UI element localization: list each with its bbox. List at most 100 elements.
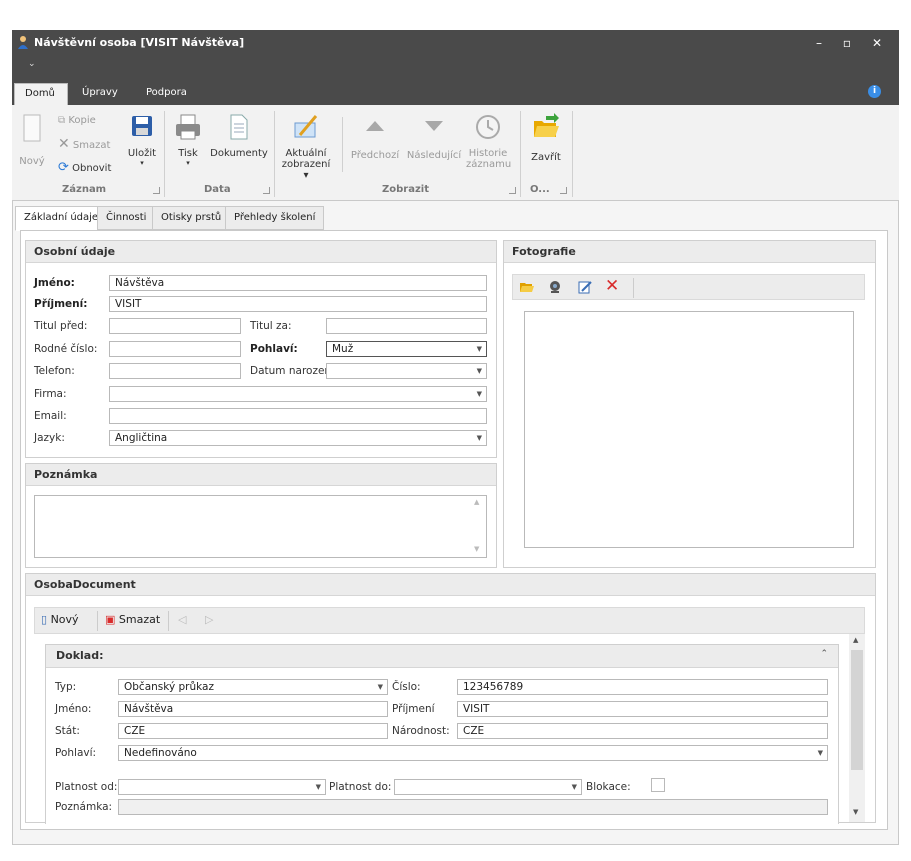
valid-to-select[interactable]: ▼: [394, 779, 582, 795]
chevron-down-icon[interactable]: ▼: [378, 680, 383, 694]
photo-frame: [524, 311, 854, 548]
tab-domu[interactable]: Domů: [14, 83, 68, 105]
delete-button[interactable]: ✕ Smazat: [58, 136, 110, 152]
next-document-icon[interactable]: ▷: [205, 613, 213, 626]
ribbon-separator: [520, 111, 521, 197]
chevron-down-icon[interactable]: ▼: [477, 364, 482, 378]
next-button[interactable]: Následující: [406, 113, 462, 161]
email-field[interactable]: [109, 408, 487, 424]
doc-country-field[interactable]: CZE: [118, 723, 388, 739]
scroll-up-icon[interactable]: ▲: [474, 498, 479, 506]
doc-note-field[interactable]: [118, 799, 828, 815]
scroll-up-icon[interactable]: ▲: [853, 636, 858, 644]
doc-first-name-field[interactable]: Návštěva: [118, 701, 388, 717]
doc-type-label: Typ:: [55, 681, 77, 693]
document-scrollbar[interactable]: ▲ ▼: [849, 634, 865, 822]
scrollbar-thumb[interactable]: [851, 650, 863, 770]
webcam-icon[interactable]: [547, 280, 563, 294]
save-button[interactable]: Uložit ▾: [122, 113, 162, 167]
chevron-down-icon[interactable]: ▼: [818, 746, 823, 760]
minimize-button[interactable]: –: [807, 34, 831, 52]
doc-last-name-field[interactable]: VISIT: [457, 701, 828, 717]
edit-icon[interactable]: [577, 280, 593, 294]
new-document-label: Nový: [50, 613, 79, 626]
delete-photo-icon[interactable]: ✕: [605, 276, 619, 296]
group-data-launcher[interactable]: [263, 187, 270, 194]
birth-date-label: Datum narození:: [250, 365, 338, 377]
birth-number-field[interactable]: [109, 341, 241, 357]
copy-button[interactable]: ⧉ Kopie: [58, 115, 96, 126]
last-name-field[interactable]: VISIT: [109, 296, 487, 312]
print-button[interactable]: Tisk ▾: [170, 113, 206, 167]
refresh-icon: ⟳: [58, 160, 69, 175]
new-button[interactable]: Nový: [16, 113, 48, 167]
doklad-title: Doklad:: [46, 645, 838, 668]
language-select[interactable]: Angličtina ▼: [109, 430, 487, 446]
doc-last-name-label: Příjmení: [392, 703, 435, 715]
language-label: Jazyk:: [34, 432, 65, 444]
ribbon-tabs: Domů Úpravy Podpora i: [12, 78, 899, 105]
gender-value: Muž: [332, 343, 354, 355]
blocking-checkbox[interactable]: [651, 778, 665, 792]
tab-zakladni-udaje[interactable]: Základní údaje: [15, 206, 108, 231]
previous-document-icon[interactable]: ◁: [178, 613, 186, 626]
note-textarea[interactable]: [34, 495, 487, 558]
group-zobrazit-launcher[interactable]: [509, 187, 516, 194]
gender-select[interactable]: Muž ▼: [326, 341, 487, 357]
tab-upravy[interactable]: Úpravy: [72, 83, 128, 105]
save-dropdown-icon: ▾: [140, 159, 144, 167]
group-zaznam-launcher[interactable]: [153, 187, 160, 194]
current-view-button[interactable]: Aktuální zobrazení ▾: [278, 113, 334, 181]
chevron-down-icon[interactable]: ▼: [572, 780, 577, 794]
delete-document-label: Smazat: [118, 613, 161, 626]
title-before-label: Titul před:: [34, 320, 88, 332]
tab-prehledy-skoleni[interactable]: Přehledy školení: [225, 206, 325, 230]
up-arrow-icon: [366, 121, 384, 131]
close-window-button[interactable]: ✕: [865, 34, 889, 52]
tab-cinnosti[interactable]: Činnosti: [97, 206, 156, 230]
copy-label: Kopie: [68, 115, 96, 126]
quick-access-dropdown[interactable]: ⌄: [28, 59, 36, 69]
doc-number-field[interactable]: 123456789: [457, 679, 828, 695]
collapse-icon[interactable]: ⌃: [820, 649, 828, 659]
close-record-button[interactable]: Zavřít: [526, 113, 566, 163]
previous-button[interactable]: Předchozí: [350, 113, 400, 161]
group-o-launcher[interactable]: [560, 187, 567, 194]
history-button[interactable]: Historie záznamu: [466, 113, 511, 170]
phone-field[interactable]: [109, 363, 241, 379]
tab-podpora[interactable]: Podpora: [136, 83, 197, 105]
company-select[interactable]: ▼: [109, 386, 487, 402]
documents-button[interactable]: Dokumenty: [210, 113, 268, 159]
scroll-down-icon[interactable]: ▼: [474, 545, 479, 553]
ribbon-separator: [274, 111, 275, 197]
chevron-down-icon[interactable]: ▼: [477, 387, 482, 401]
first-name-field[interactable]: Návštěva: [109, 275, 487, 291]
new-document-button[interactable]: ▯ Nový: [41, 613, 79, 626]
tab-otisky-prstu[interactable]: Otisky prstů: [152, 206, 231, 230]
next-label: Následující: [406, 150, 462, 161]
delete-document-button[interactable]: ▣ Smazat: [105, 613, 160, 626]
refresh-button[interactable]: ⟳ Obnovit: [58, 160, 111, 175]
open-folder-icon: [534, 113, 559, 137]
doc-nationality-field[interactable]: CZE: [457, 723, 828, 739]
open-folder-icon[interactable]: [519, 280, 535, 294]
title-after-field[interactable]: [326, 318, 487, 334]
scroll-down-icon[interactable]: ▼: [853, 808, 858, 816]
birth-date-select[interactable]: ▼: [326, 363, 487, 379]
phone-label: Telefon:: [34, 365, 75, 377]
doc-gender-select[interactable]: Nedefinováno ▼: [118, 745, 828, 761]
chevron-down-icon[interactable]: ▼: [477, 431, 482, 445]
birth-number-label: Rodné číslo:: [34, 343, 98, 355]
valid-from-select[interactable]: ▼: [118, 779, 326, 795]
doc-gender-value: Nedefinováno: [124, 747, 197, 759]
chevron-down-icon[interactable]: ▼: [316, 780, 321, 794]
chevron-down-icon[interactable]: ▼: [477, 342, 482, 356]
toolbar-separator: [97, 611, 98, 631]
info-icon[interactable]: i: [868, 85, 881, 98]
valid-from-label: Platnost od:: [55, 781, 118, 793]
maximize-button[interactable]: ▫: [835, 34, 859, 52]
title-before-field[interactable]: [109, 318, 241, 334]
doc-type-select[interactable]: Občanský průkaz ▼: [118, 679, 388, 695]
printer-icon: [176, 114, 200, 140]
gender-label: Pohlaví:: [250, 343, 298, 355]
